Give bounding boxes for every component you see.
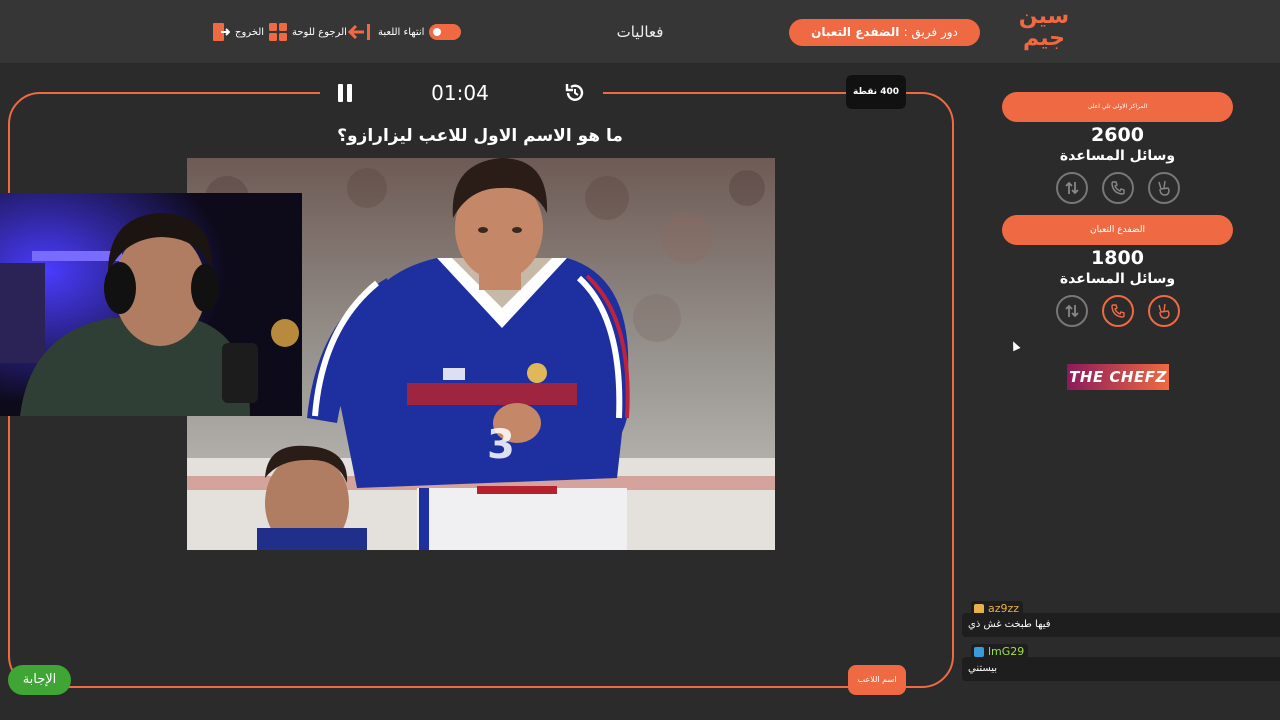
app-logo: سين جيم [1016,6,1072,58]
team-turn-label: دور فريق : [903,25,958,39]
phone-icon[interactable] [1101,295,1134,327]
team-1-name: المراكز الاولى تلي اعلى [1002,92,1233,122]
team-card-1: المراكز الاولى تلي اعلى 2600 وسائل المسا… [1002,92,1233,204]
timer-bar: 01:04 [320,74,603,112]
exit-button[interactable]: الخروج [212,22,264,42]
category-title: فعاليات [616,23,664,41]
chat-message-2: بيستني [962,657,1280,681]
end-game-button[interactable]: انتهاء اللعبة [378,22,462,42]
peace-hand-icon[interactable] [1147,172,1180,204]
team-2-helps [1002,295,1233,327]
team-1-helps [1002,172,1233,204]
logo-bottom-text: جيم [1022,26,1066,51]
team-2-name: الضفدع التعبان [1002,215,1233,245]
streamer-webcam [0,193,302,416]
back-to-board-label: الرجوع للوحة [292,26,347,38]
logo-top-text: سين [1018,4,1070,29]
team-turn-badge: دور فريق : الضفدع التعبان [789,19,980,46]
team-2-score: 1800 [1091,247,1144,269]
chat-message-1-text: فيها طبخت غش ذي [968,619,1051,630]
phone-icon[interactable] [1101,172,1134,204]
timer-display: 01:04 [431,81,489,105]
top-bar: سين جيم دور فريق : الضفدع التعبان فعاليا… [0,0,1280,64]
peace-hand-icon[interactable] [1147,295,1180,327]
question-points-badge: 400 نقطة [846,75,906,109]
grid-icon [269,23,287,41]
team-card-2: الضفدع التعبان 1800 وسائل المساعدة [1002,215,1233,327]
pause-icon[interactable] [337,84,353,102]
chat-message-2-text: بيستني [968,663,998,674]
sponsor-logo: THE CHEFZ [1067,364,1169,390]
question-text: ما هو الاسم الاول للاعب ليزارازو؟ [337,126,623,146]
back-to-board-button[interactable]: الرجوع للوحة [269,22,370,42]
team-turn-name: الضفدع التعبان [811,25,900,39]
team-2-helps-label: وسائل المساعدة [1059,271,1176,287]
team-1-score: 2600 [1091,124,1144,146]
reset-timer-icon[interactable] [564,82,586,104]
arrow-left-icon [347,23,370,41]
swap-icon[interactable] [1055,172,1088,204]
mouse-cursor-icon [1009,339,1021,352]
team-1-helps-label: وسائل المساعدة [1059,148,1176,164]
show-answer-button[interactable]: الإجابة [8,665,71,695]
arrow-badge-icon [974,647,984,657]
exit-label: الخروج [235,26,265,38]
svg-text:3: 3 [487,422,515,468]
toggle-switch-icon[interactable] [429,24,462,40]
swap-icon[interactable] [1055,295,1088,327]
end-game-label: انتهاء اللعبة [378,26,425,38]
exit-door-icon [212,23,231,41]
chat-message-1: فيها طبخت غش ذي [962,613,1280,637]
player-name-button[interactable]: اسم اللاعب [848,665,906,695]
